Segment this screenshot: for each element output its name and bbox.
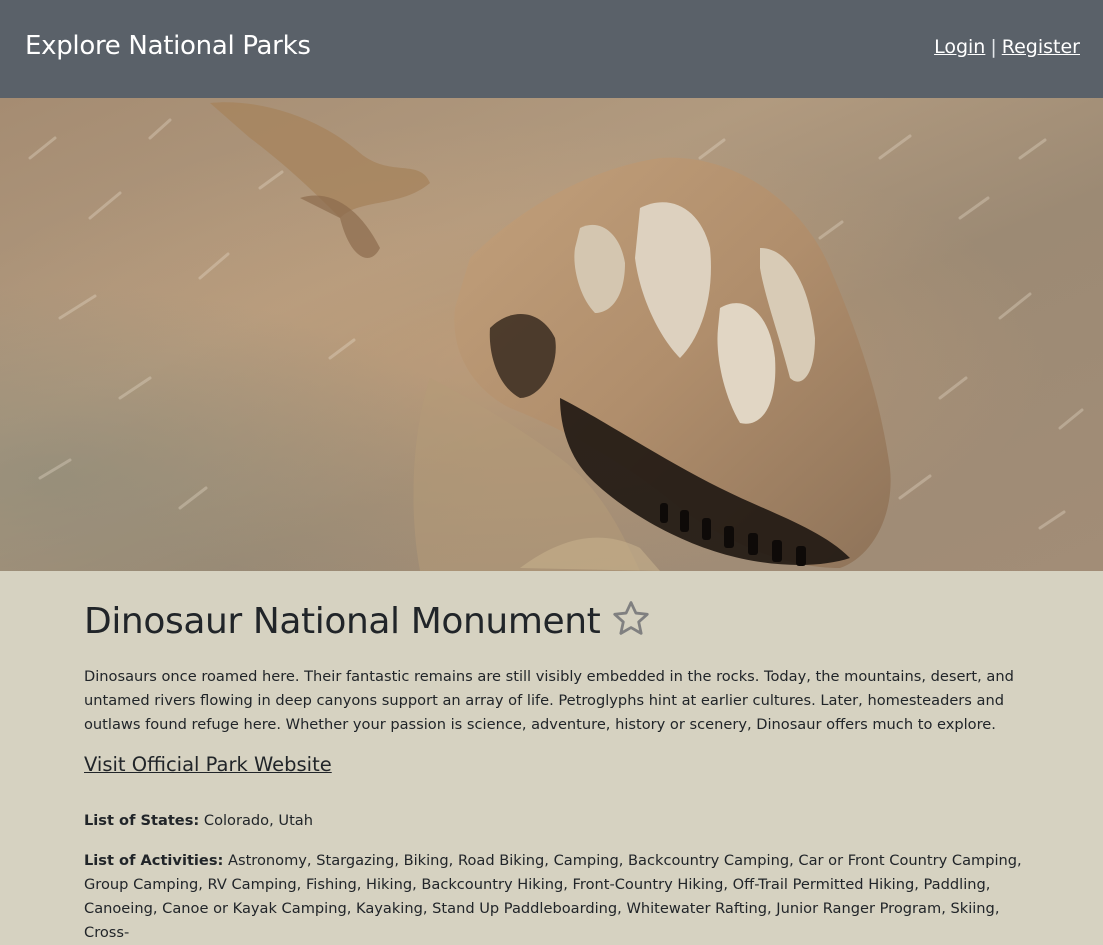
park-description: Dinosaurs once roamed here. Their fantas…: [84, 668, 1014, 733]
activities-list: List of Activities: Astronomy, Stargazin…: [84, 849, 1024, 945]
site-brand[interactable]: Explore National Parks: [25, 31, 311, 61]
auth-separator: |: [990, 36, 997, 58]
star-outline-icon[interactable]: [610, 598, 652, 644]
register-link[interactable]: Register: [1002, 36, 1080, 58]
official-website-link[interactable]: Visit Official Park Website: [84, 753, 332, 776]
favorite-star-graphic: [613, 601, 650, 635]
auth-links: Login | Register: [934, 36, 1080, 58]
states-value: Colorado, Utah: [203, 812, 313, 829]
login-link[interactable]: Login: [934, 36, 985, 58]
activities-label: List of Activities:: [84, 852, 224, 869]
dinosaur-fossil-photo: [0, 98, 1103, 571]
top-navbar: Explore National Parks Login | Register: [0, 0, 1103, 98]
park-title-row: Dinosaur National Monument: [84, 598, 652, 648]
hero-image: [0, 98, 1103, 571]
activities-value: Astronomy, Stargazing, Biking, Road Biki…: [84, 852, 1022, 941]
park-name: Dinosaur National Monument: [84, 600, 601, 642]
states-label: List of States:: [84, 812, 200, 829]
states-list: List of States: Colorado, Utah: [84, 809, 1024, 833]
